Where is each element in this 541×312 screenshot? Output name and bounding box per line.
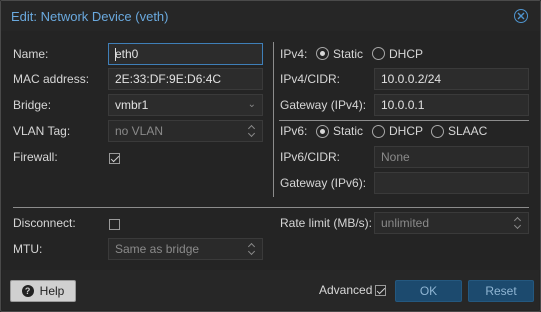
rate-limit-label: Rate limit (MB/s): xyxy=(280,216,373,230)
ipv4-dhcp-label[interactable]: DHCP xyxy=(389,47,423,61)
firewall-label: Firewall: xyxy=(13,150,58,164)
ipv4-dhcp-radio[interactable] xyxy=(372,47,385,60)
spinner-icon[interactable] xyxy=(247,241,255,257)
ok-button[interactable]: OK xyxy=(395,280,462,302)
ipv4-cidr-field[interactable]: 10.0.0.2/24 xyxy=(374,68,529,90)
mtu-label: MTU: xyxy=(13,242,43,256)
dialog-footer: ? Help Advanced OK Reset xyxy=(2,270,539,310)
dialog-body: Name: eth0 MAC address: 2E:33:DF:9E:D6:4… xyxy=(2,32,539,270)
ipv6-cidr-field[interactable]: None xyxy=(374,146,529,168)
bridge-select[interactable]: vmbr1 ⌄ xyxy=(108,94,263,116)
mac-value: 2E:33:DF:9E:D6:4C xyxy=(115,72,222,86)
ipv4-static-radio[interactable] xyxy=(316,47,329,60)
mac-field[interactable]: 2E:33:DF:9E:D6:4C xyxy=(108,68,263,90)
bridge-label: Bridge: xyxy=(13,98,52,112)
help-button-label: Help xyxy=(39,284,65,298)
name-label: Name: xyxy=(13,47,49,61)
ipv4-cidr-value: 10.0.0.2/24 xyxy=(381,72,442,86)
reset-button[interactable]: Reset xyxy=(468,280,534,302)
rate-limit-placeholder: unlimited xyxy=(381,216,430,230)
gateway-ipv6-label: Gateway (IPv6): xyxy=(280,176,367,190)
ipv4-static-label[interactable]: Static xyxy=(333,47,363,61)
ipv6-slaac-radio[interactable] xyxy=(431,125,444,138)
firewall-checkbox[interactable] xyxy=(109,153,120,164)
gateway-ipv4-label: Gateway (IPv4): xyxy=(280,98,367,112)
mtu-placeholder: Same as bridge xyxy=(115,242,200,256)
ipv6-cidr-label: IPv6/CIDR: xyxy=(280,150,341,164)
chevron-down-icon[interactable]: ⌄ xyxy=(248,99,256,110)
ipv6-cidr-placeholder: None xyxy=(381,150,410,164)
bridge-value: vmbr1 xyxy=(115,98,149,112)
name-value: eth0 xyxy=(115,47,139,61)
ipv6-slaac-label[interactable]: SLAAC xyxy=(448,124,487,138)
help-button[interactable]: ? Help xyxy=(10,280,76,302)
name-field[interactable]: eth0 xyxy=(108,43,263,65)
gateway-ipv4-value: 10.0.0.1 xyxy=(381,98,425,112)
help-icon: ? xyxy=(21,284,34,297)
column-divider xyxy=(273,42,274,197)
ipv4-label: IPv4: xyxy=(280,47,308,61)
ipv6-dhcp-label[interactable]: DHCP xyxy=(389,124,423,138)
gateway-ipv4-field[interactable]: 10.0.0.1 xyxy=(374,94,529,116)
advanced-label[interactable]: Advanced xyxy=(319,283,372,297)
gateway-ipv6-field[interactable] xyxy=(374,172,529,194)
spinner-icon[interactable] xyxy=(513,215,521,231)
dialog-window: Edit: Network Device (veth) Name: eth0 M… xyxy=(0,0,541,312)
ipv6-divider xyxy=(279,120,529,121)
disconnect-checkbox[interactable] xyxy=(109,219,120,230)
mac-label: MAC address: xyxy=(13,72,90,86)
advanced-checkbox[interactable] xyxy=(375,285,386,296)
ipv6-label: IPv6: xyxy=(280,124,308,138)
text-cursor xyxy=(115,48,116,61)
spinner-icon[interactable] xyxy=(247,123,255,139)
dialog-titlebar: Edit: Network Device (veth) xyxy=(1,1,540,31)
vlan-placeholder: no VLAN xyxy=(115,124,164,138)
vlan-field[interactable]: no VLAN xyxy=(108,120,263,142)
dialog-title: Edit: Network Device (veth) xyxy=(11,9,169,24)
vlan-label: VLAN Tag: xyxy=(13,124,71,138)
ipv4-cidr-label: IPv4/CIDR: xyxy=(280,72,341,86)
ipv6-static-label[interactable]: Static xyxy=(333,124,363,138)
rate-limit-field[interactable]: unlimited xyxy=(374,212,529,234)
disconnect-label: Disconnect: xyxy=(13,216,76,230)
close-icon[interactable] xyxy=(514,9,528,23)
mtu-field[interactable]: Same as bridge xyxy=(108,238,263,260)
ipv6-dhcp-radio[interactable] xyxy=(372,125,385,138)
advanced-divider xyxy=(13,207,529,208)
ipv6-static-radio[interactable] xyxy=(316,125,329,138)
